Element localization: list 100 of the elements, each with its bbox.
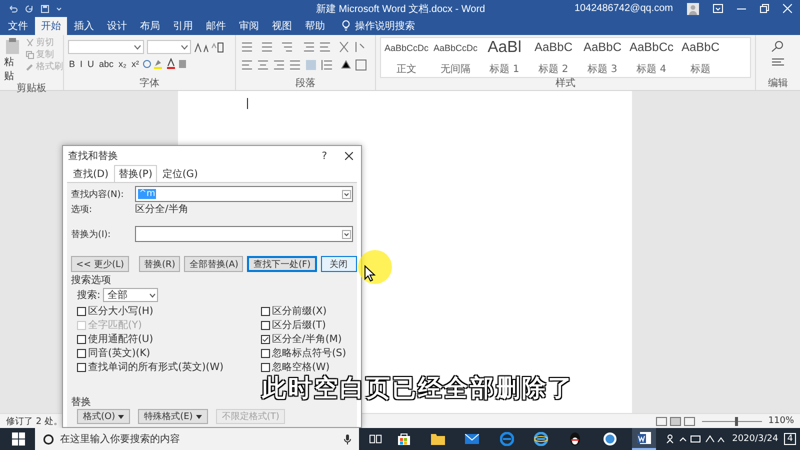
group-label: 编辑 (768, 78, 788, 90)
field-label: 替换为(I): (71, 228, 112, 240)
option-checkbox[interactable]: 区分前缀(X) (261, 304, 353, 318)
style-item[interactable]: AaBbCc 标题 4 (628, 39, 675, 76)
group-label: 样式 (554, 78, 576, 90)
dialog-tab[interactable]: 查找(D) (68, 165, 114, 182)
option-checkbox[interactable]: 区分全/半角(M) (261, 332, 353, 346)
ribbon-tab[interactable]: 审阅 (233, 17, 265, 35)
style-item[interactable]: AaBbCcDc 正文 (383, 39, 430, 76)
style-item[interactable]: AaBl 标题 1 (481, 39, 528, 76)
option-checkbox[interactable]: 忽略标点符号(S) (261, 346, 353, 360)
ribbon-tab[interactable]: 视图 (266, 17, 298, 35)
taskbar-date[interactable]: 2020/3/24 (732, 434, 778, 444)
font-format-button[interactable]: U (86, 58, 96, 68)
group-label: 段落 (294, 78, 316, 90)
copy-icon (26, 51, 34, 59)
style-item[interactable]: AaBbC 标题 2 (530, 39, 577, 76)
search-direction-dropdown[interactable]: 全部 (103, 288, 158, 302)
windows-start-icon[interactable] (12, 432, 26, 446)
option-checkbox[interactable]: 区分后缀(T) (261, 318, 353, 332)
font-format-button[interactable]: B (68, 58, 76, 68)
field-label: 搜索: (77, 288, 100, 302)
click-highlight (358, 250, 392, 284)
ribbon-tab[interactable]: 插入 (68, 17, 100, 35)
group-label: 剪贴板 (16, 83, 48, 95)
save-icon[interactable] (40, 4, 50, 14)
clipboard-icon (4, 37, 22, 55)
style-item[interactable]: AaBbC 标题 (677, 39, 724, 76)
options-value: 区分全/半角 (135, 202, 188, 216)
style-item[interactable]: AaBbCcDc 无间隔 (432, 39, 479, 76)
close-icon[interactable] (345, 152, 353, 160)
alignment-icons-drawing[interactable] (240, 58, 368, 72)
chevron-icon[interactable] (342, 230, 351, 238)
dialog-button[interactable]: << 更少(L) (71, 256, 129, 272)
help-button[interactable]: ? (322, 150, 327, 162)
ribbon-tab[interactable]: 帮助 (299, 17, 331, 35)
mouse-pointer-icon (364, 265, 376, 282)
dialog-button[interactable]: 替换(R) (138, 256, 180, 272)
account-email[interactable]: 1042486742@qq.com (574, 3, 673, 14)
format-button[interactable]: 格式(O) (77, 409, 130, 424)
penguin-icon (569, 432, 582, 446)
font-format-button[interactable]: x² (130, 58, 140, 68)
taskbar-app[interactable] (632, 428, 656, 450)
paste-button[interactable]: 粘贴 (4, 37, 22, 83)
redo-icon[interactable] (24, 4, 34, 14)
tell-me-search[interactable]: 操作说明搜索 (355, 19, 415, 35)
font-name-field[interactable] (68, 40, 144, 54)
undo-icon[interactable] (8, 4, 18, 14)
dialog-tab[interactable]: 定位(G) (157, 165, 203, 182)
caret-icon (118, 414, 124, 418)
option-checkbox[interactable]: 忽略空格(W) (261, 360, 353, 374)
chevron-icon[interactable] (342, 190, 351, 198)
word-document-icon (636, 431, 651, 445)
zoom-level[interactable]: 110% (768, 416, 794, 426)
dialog-button[interactable]: 全部替换(A) (184, 256, 244, 272)
font-size-icon[interactable] (194, 42, 224, 52)
ribbon-tab[interactable]: 引用 (167, 17, 199, 35)
search-icon[interactable] (771, 40, 785, 52)
notification-count[interactable]: 4 (784, 433, 796, 445)
font-size-field[interactable] (147, 40, 191, 54)
ribbon-display-icon[interactable] (713, 4, 723, 13)
font-format-button[interactable]: x₂ (118, 58, 128, 68)
ribbon-tab[interactable]: 布局 (134, 17, 166, 35)
avatar-icon[interactable] (687, 2, 699, 14)
subtitle-caption: 此时空白页已经全部删除了 (262, 373, 574, 404)
task-view-icon[interactable] (368, 433, 382, 445)
style-item[interactable]: AaBbC 标题 3 (579, 39, 626, 76)
taskbar-search-field[interactable]: 在这里输入你要搜索的内容 (35, 428, 359, 450)
system-tray-icons-drawing[interactable] (666, 434, 726, 444)
option-checkbox[interactable]: 同音(英文)(K) (77, 346, 224, 360)
dialog-tab[interactable]: 替换(P) (114, 165, 158, 182)
section-label: 搜索选项 (71, 274, 111, 287)
font-color-icon[interactable] (143, 58, 188, 69)
option-checkbox[interactable]: 区分大小写(H) (77, 304, 224, 318)
lightbulb-icon (342, 20, 350, 31)
group-label: 字体 (138, 78, 160, 90)
dialog-title: 查找和替换 (68, 150, 119, 163)
format-button[interactable]: 特殊格式(E) (138, 409, 208, 424)
replace-icon[interactable] (771, 56, 785, 68)
dialog-button[interactable]: 查找下一处(F) (247, 256, 317, 272)
brush-icon (26, 63, 34, 71)
dropdown-icon[interactable] (56, 6, 62, 12)
ribbon-tab[interactable]: 文件 (2, 17, 34, 35)
checkmark-icon (262, 336, 269, 342)
microphone-icon[interactable] (344, 434, 351, 444)
ribbon-tab[interactable]: 设计 (101, 17, 133, 35)
option-checkbox[interactable]: 查找单词的所有形式(英文)(W) (77, 360, 224, 374)
window-title: 新建 Microsoft Word 文档.docx - Word (316, 2, 486, 16)
folder-icon (431, 433, 446, 445)
restore-icon[interactable] (760, 4, 769, 13)
ribbon-tab[interactable]: 邮件 (200, 17, 232, 35)
option-checkbox[interactable]: 使用通配符(U) (77, 332, 224, 346)
dialog-button[interactable]: 关闭 (320, 256, 357, 272)
font-format-button[interactable]: I (79, 58, 84, 68)
view-mode-icons-drawing[interactable] (656, 416, 696, 426)
replace-input-field[interactable] (135, 226, 353, 242)
ribbon-tab[interactable]: 开始 (35, 17, 67, 35)
text-cursor (247, 98, 248, 109)
font-format-button[interactable]: abc (98, 58, 115, 68)
shopping-bag-icon (396, 432, 411, 446)
